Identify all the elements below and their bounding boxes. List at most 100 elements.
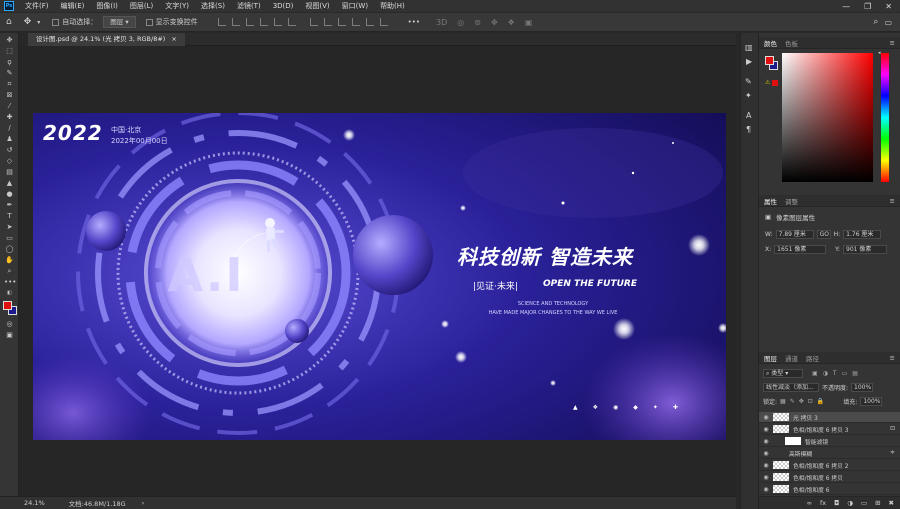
workspace-icon[interactable]: ▭ bbox=[884, 18, 892, 27]
tab-swatches[interactable]: 色板 bbox=[785, 38, 798, 48]
blur-tool-icon[interactable]: ▲ bbox=[4, 179, 15, 188]
menu-edit[interactable]: 编辑(E) bbox=[55, 1, 91, 11]
zoom-level[interactable]: 24.1% bbox=[24, 499, 45, 507]
actions-panel-icon[interactable]: ▶ bbox=[746, 57, 752, 66]
3d-slide-icon[interactable]: ❖ bbox=[508, 18, 515, 27]
rectangle-tool-icon[interactable]: ▭ bbox=[4, 234, 15, 243]
menu-layer[interactable]: 图层(L) bbox=[124, 1, 159, 11]
adjustment-layer-icon[interactable]: ◑ bbox=[847, 499, 853, 507]
path-select-tool-icon[interactable]: ➤ bbox=[4, 223, 15, 232]
menu-help[interactable]: 帮助(H) bbox=[374, 1, 411, 11]
align-bottom-icon[interactable] bbox=[245, 18, 254, 26]
gradient-tool-icon[interactable]: ▤ bbox=[4, 168, 15, 177]
frame-tool-icon[interactable]: ⊠ bbox=[4, 91, 15, 100]
distribute-hcenter-icon[interactable] bbox=[365, 18, 374, 26]
menu-select[interactable]: 选择(S) bbox=[195, 1, 231, 11]
layer-row[interactable]: ◉ 色相/饱和度 6 拷贝 3 ⊡ bbox=[759, 424, 900, 435]
brushes-panel-icon[interactable]: ✦ bbox=[745, 91, 752, 100]
panel-menu-icon[interactable]: ≡ bbox=[890, 39, 895, 47]
filter-shape-icon[interactable]: ▭ bbox=[842, 370, 848, 377]
align-hcenter-icon[interactable] bbox=[273, 18, 282, 26]
marquee-tool-icon[interactable]: ⬚ bbox=[4, 47, 15, 56]
tab-color[interactable]: 颜色 bbox=[764, 38, 777, 48]
tab-adjustments[interactable]: 调整 bbox=[785, 196, 798, 206]
quick-select-tool-icon[interactable]: ✎ bbox=[4, 69, 15, 78]
visibility-eye-icon[interactable]: ◉ bbox=[759, 450, 773, 457]
opacity-field[interactable]: 100% bbox=[851, 383, 874, 392]
tab-properties[interactable]: 属性 bbox=[764, 196, 777, 206]
x-field[interactable]: 1651 像素 bbox=[774, 245, 827, 254]
panel-menu-icon[interactable]: ≡ bbox=[890, 197, 895, 205]
tab-layers[interactable]: 图层 bbox=[764, 353, 777, 363]
brush-settings-icon[interactable]: ✎ bbox=[745, 77, 752, 86]
tab-paths[interactable]: 路径 bbox=[806, 353, 819, 363]
minimize-button[interactable]: — bbox=[842, 2, 850, 11]
distribute-vcenter-icon[interactable] bbox=[323, 18, 332, 26]
distribute-top-icon[interactable] bbox=[309, 18, 318, 26]
menu-view[interactable]: 视图(V) bbox=[299, 1, 335, 11]
menu-3d[interactable]: 3D(D) bbox=[267, 2, 300, 10]
filter-smart-icon[interactable]: ▤ bbox=[852, 370, 858, 377]
layer-row[interactable]: ◉ 智能滤镜 bbox=[759, 436, 900, 447]
move-tool-icon[interactable]: ✥ bbox=[24, 17, 32, 27]
hue-slider-handle-icon[interactable]: ◂ bbox=[878, 50, 881, 56]
lasso-tool-icon[interactable]: ϙ bbox=[4, 58, 15, 67]
screen-mode-icon[interactable]: ▣ bbox=[4, 331, 15, 340]
filter-pixel-icon[interactable]: ▣ bbox=[812, 370, 818, 377]
zoom-tool-icon[interactable]: ⌕ bbox=[4, 267, 15, 276]
visibility-eye-icon[interactable]: ◉ bbox=[759, 426, 773, 433]
clone-stamp-tool-icon[interactable]: ♟ bbox=[4, 135, 15, 144]
transform-controls-checkbox[interactable]: 显示变换控件 bbox=[145, 17, 198, 27]
3d-pan-icon[interactable]: ✥ bbox=[491, 18, 498, 27]
maximize-button[interactable]: ❐ bbox=[864, 2, 871, 11]
align-top-icon[interactable] bbox=[217, 18, 226, 26]
auto-select-dropdown[interactable]: 图层 ▾ bbox=[103, 16, 136, 28]
hue-slider[interactable] bbox=[881, 53, 889, 182]
new-layer-icon[interactable]: ⊞ bbox=[875, 499, 880, 507]
layer-row[interactable]: ◉ 高斯模糊 ≑ bbox=[759, 448, 900, 459]
tab-channels[interactable]: 通道 bbox=[785, 353, 798, 363]
default-colors-icon[interactable]: ◧ bbox=[4, 289, 15, 298]
visibility-eye-icon[interactable]: ◉ bbox=[759, 474, 773, 481]
distribute-bottom-icon[interactable] bbox=[337, 18, 346, 26]
close-button[interactable]: ✕ bbox=[885, 2, 892, 11]
lock-artboard-icon[interactable]: ⊡ bbox=[808, 398, 813, 405]
link-layers-icon[interactable]: ∞ bbox=[807, 499, 812, 507]
panel-menu-icon[interactable]: ≡ bbox=[890, 354, 895, 362]
menu-image[interactable]: 图像(I) bbox=[90, 1, 124, 11]
paragraph-panel-icon[interactable]: ¶ bbox=[746, 125, 751, 134]
ellipse-tool-icon[interactable]: ◯ bbox=[4, 245, 15, 254]
eyedropper-tool-icon[interactable]: ⁄ bbox=[4, 102, 15, 111]
menu-file[interactable]: 文件(F) bbox=[19, 1, 55, 11]
filter-type-icon[interactable]: T bbox=[833, 370, 837, 377]
align-vcenter-icon[interactable] bbox=[231, 18, 240, 26]
menu-window[interactable]: 窗口(W) bbox=[336, 1, 374, 11]
blend-mode-dropdown[interactable]: 线性减淡（添加... bbox=[763, 383, 819, 392]
quick-mask-icon[interactable]: ◎ bbox=[4, 320, 15, 329]
delete-layer-icon[interactable]: ✖ bbox=[889, 499, 894, 507]
filter-adjust-icon[interactable]: ◑ bbox=[823, 370, 828, 377]
width-field[interactable]: 7.89 厘米 bbox=[775, 230, 814, 239]
foreground-color-swatch[interactable] bbox=[3, 301, 12, 310]
3d-scale-icon[interactable]: ▣ bbox=[525, 18, 533, 27]
add-mask-icon[interactable]: ◘ bbox=[834, 499, 839, 507]
dodge-tool-icon[interactable]: ● bbox=[4, 190, 15, 199]
fill-field[interactable]: 100% bbox=[860, 397, 883, 406]
eraser-tool-icon[interactable]: ◇ bbox=[4, 157, 15, 166]
lock-all-icon[interactable]: 🔒 bbox=[817, 398, 824, 405]
visibility-eye-icon[interactable]: ◉ bbox=[759, 486, 773, 493]
filter-options-icon[interactable]: ≑ bbox=[890, 450, 895, 456]
layer-row[interactable]: ◉ 色相/饱和度 6 拷贝 bbox=[759, 472, 900, 483]
auto-select-checkbox[interactable]: 自动选择： bbox=[52, 17, 97, 27]
edit-toolbar-icon[interactable]: ••• bbox=[4, 278, 16, 287]
history-panel-icon[interactable]: ▥ bbox=[745, 43, 753, 52]
align-right-icon[interactable] bbox=[287, 18, 296, 26]
new-group-icon[interactable]: ▭ bbox=[861, 499, 867, 507]
menu-filter[interactable]: 滤镜(T) bbox=[231, 1, 267, 11]
layer-row[interactable]: ◉ 色相/饱和度 6 拷贝 2 bbox=[759, 460, 900, 471]
document-canvas[interactable]: 2022 中国·北京 2022年00月00日 A.I 科技创新 智造未来 |见证… bbox=[33, 113, 726, 440]
visibility-eye-icon[interactable]: ◉ bbox=[759, 462, 773, 469]
status-arrow-icon[interactable]: › bbox=[142, 499, 145, 507]
hand-tool-icon[interactable]: ✋ bbox=[4, 256, 15, 265]
tab-close-icon[interactable]: × bbox=[171, 35, 176, 43]
